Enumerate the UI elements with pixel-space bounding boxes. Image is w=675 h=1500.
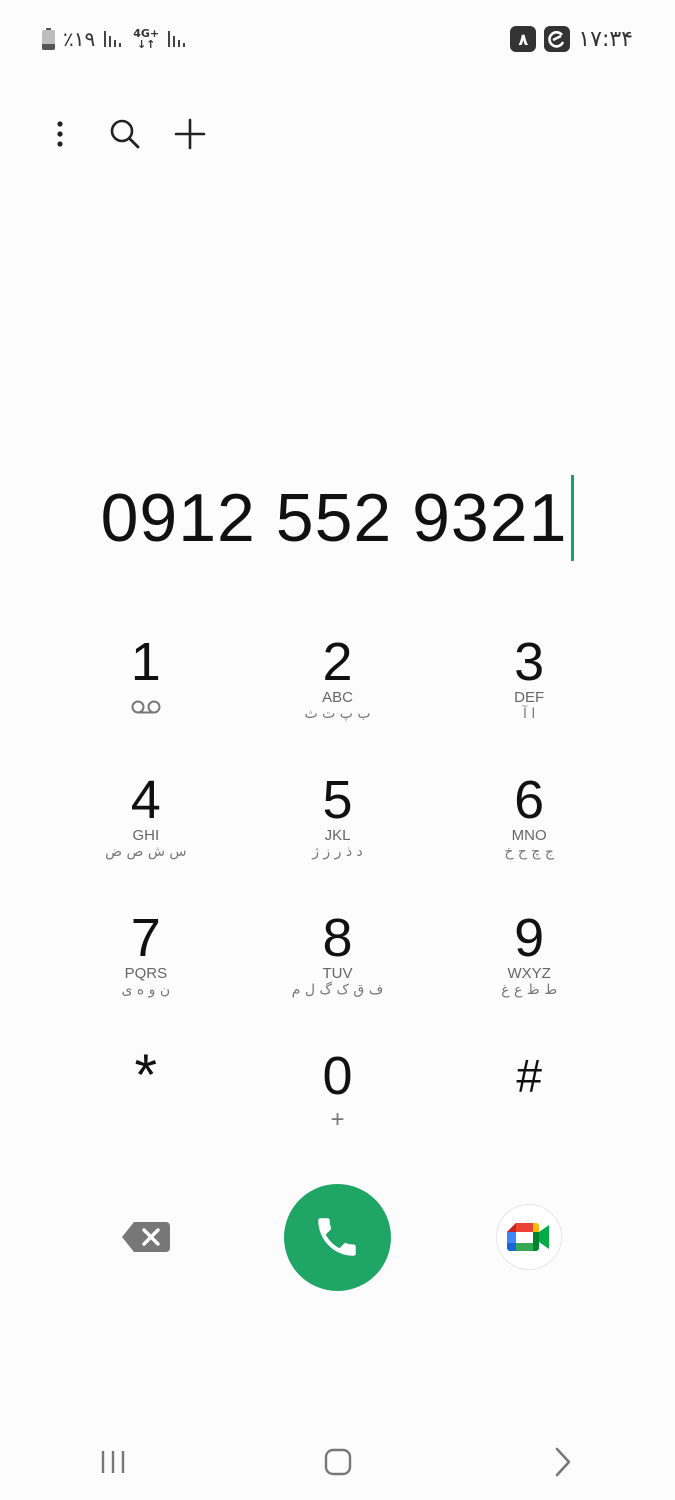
recent-apps-button[interactable] (73, 1430, 153, 1494)
key-letters: MNO (511, 827, 547, 844)
key-plus-sub: + (330, 1106, 345, 1133)
recent-apps-icon (101, 1451, 124, 1473)
status-left: ٪۱۹ 4G+ ↓↑ (42, 26, 189, 52)
key-hash[interactable]: # (433, 1034, 625, 1172)
app-notification-icon (544, 26, 571, 52)
add-contact-button[interactable] (164, 108, 216, 160)
signal-icon-2 (168, 31, 186, 47)
dialer-screen: ٪۱۹ 4G+ ↓↑ ۸ ۱۷:۳۴ 0912 552 9321 1 2 ABC… (0, 0, 675, 1500)
key-8[interactable]: 8 TUV ف ق ک گ ل م (242, 896, 434, 1034)
network-type: 4G+ ↓↑ (133, 26, 160, 51)
back-chevron-icon (555, 1447, 570, 1477)
key-digit: * (134, 1043, 158, 1108)
keypad: 1 2 ABC ب پ ت ث 3 DEF ا آ 4 GHI س ش ص ض … (50, 620, 625, 1172)
key-letters: JKL (324, 827, 351, 844)
notification-badge: ۸ (510, 26, 537, 52)
key-letters: DEF (514, 689, 545, 706)
key-5[interactable]: 5 JKL د ذ ر ز ژ (242, 758, 434, 896)
key-persian-letters: د ذ ر ز ژ (312, 844, 363, 860)
key-letters: PQRS (124, 965, 168, 982)
dialer-toolbar (34, 108, 229, 160)
key-letters: TUV (322, 965, 353, 982)
search-button[interactable] (99, 108, 151, 160)
dialer-actions (50, 1183, 625, 1291)
key-digit: 7 (130, 908, 161, 968)
phone-icon (318, 1218, 357, 1256)
more-vert-icon (57, 121, 63, 147)
key-persian-letters: س ش ص ض (105, 844, 187, 860)
key-digit: 1 (130, 632, 161, 692)
more-options-button[interactable] (34, 108, 86, 160)
search-icon (110, 119, 140, 149)
key-persian-letters: ج چ ح خ (504, 844, 554, 860)
number-display[interactable]: 0912 552 9321 (0, 470, 675, 566)
key-digit: 5 (322, 770, 353, 830)
system-nav-bar (0, 1430, 675, 1494)
battery-icon (42, 28, 55, 50)
signal-icon (104, 31, 122, 47)
key-digit: 4 (130, 770, 161, 830)
data-arrows-icon: ↓↑ (136, 37, 156, 51)
clock: ۱۷:۳۴ (578, 26, 633, 52)
key-digit: 9 (514, 908, 545, 968)
google-meet-icon (507, 1223, 550, 1251)
backspace-button[interactable] (50, 1183, 242, 1291)
key-letters: ABC (322, 689, 353, 706)
key-9[interactable]: 9 WXYZ ط ظ ع غ (433, 896, 625, 1034)
backspace-icon (121, 1222, 170, 1252)
key-persian-letters: ط ظ ع غ (501, 982, 558, 998)
call-cell (242, 1183, 434, 1291)
video-call-cell (433, 1183, 625, 1291)
key-4[interactable]: 4 GHI س ش ص ض (50, 758, 242, 896)
key-7[interactable]: 7 PQRS ن و ه ی (50, 896, 242, 1034)
dialed-number: 0912 552 9321 (100, 480, 568, 556)
key-letters: GHI (132, 827, 160, 844)
key-digit: 6 (514, 770, 545, 830)
plus-icon (174, 118, 206, 150)
key-digit: 3 (514, 632, 545, 692)
video-call-button[interactable] (496, 1204, 563, 1270)
key-0[interactable]: 0 + (242, 1034, 434, 1172)
key-digit: # (516, 1050, 542, 1102)
key-persian-letters: ن و ه ی (121, 982, 171, 998)
key-persian-letters: ا آ (523, 706, 536, 722)
key-persian-letters: ب پ ت ث (304, 706, 371, 722)
home-button[interactable] (298, 1430, 378, 1494)
key-digit: 2 (322, 632, 353, 692)
key-6[interactable]: 6 MNO ج چ ح خ (433, 758, 625, 896)
home-icon (324, 1448, 351, 1476)
status-bar: ٪۱۹ 4G+ ↓↑ ۸ ۱۷:۳۴ (0, 0, 675, 80)
voicemail-icon (131, 700, 161, 714)
battery-percent: ٪۱۹ (63, 27, 96, 51)
status-right: ۸ ۱۷:۳۴ (510, 24, 633, 54)
key-star[interactable]: * (50, 1034, 242, 1172)
back-button[interactable] (523, 1430, 603, 1494)
key-letters: WXYZ (507, 965, 551, 982)
key-persian-letters: ف ق ک گ ل م (291, 982, 384, 998)
key-digit: 8 (322, 908, 353, 968)
key-1[interactable]: 1 (50, 620, 242, 758)
key-digit: 0 (322, 1046, 353, 1106)
key-3[interactable]: 3 DEF ا آ (433, 620, 625, 758)
key-2[interactable]: 2 ABC ب پ ت ث (242, 620, 434, 758)
call-button[interactable] (283, 1183, 391, 1291)
text-cursor (571, 475, 575, 561)
